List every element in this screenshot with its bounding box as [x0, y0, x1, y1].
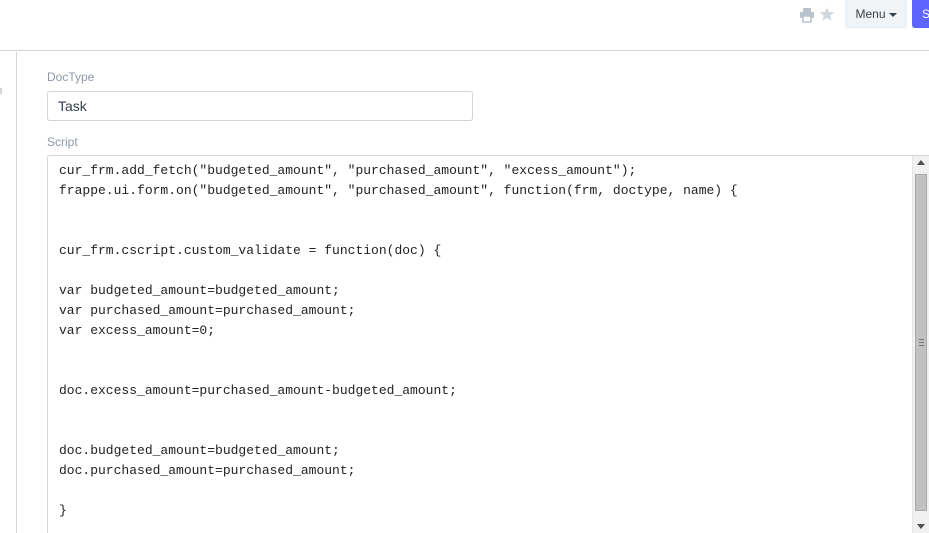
- star-icon[interactable]: [819, 6, 835, 22]
- menu-button-label: Menu: [855, 7, 886, 21]
- code-line: doc.purchased_amount=purchased_amount;: [59, 463, 356, 478]
- save-button[interactable]: S: [912, 0, 929, 28]
- scroll-down-icon[interactable]: [917, 524, 925, 529]
- menu-button[interactable]: Menu: [845, 0, 907, 28]
- page-header: Menu S: [0, 0, 929, 51]
- code-line: var purchased_amount=purchased_amount;: [59, 303, 356, 318]
- code-line: var budgeted_amount=budgeted_amount;: [59, 283, 340, 298]
- code-line: cur_frm.add_fetch("budgeted_amount", "pu…: [59, 163, 637, 178]
- grip-icon: [919, 339, 924, 346]
- script-editor[interactable]: cur_frm.add_fetch("budgeted_amount", "pu…: [47, 155, 929, 533]
- editor-scrollbar[interactable]: [912, 156, 929, 533]
- sidebar-toggle[interactable]: [0, 88, 2, 94]
- print-icon[interactable]: [799, 7, 815, 23]
- code-line: var excess_amount=0;: [59, 323, 216, 338]
- code-lines: cur_frm.add_fetch("budgeted_amount", "pu…: [59, 161, 738, 521]
- doctype-input[interactable]: [47, 91, 473, 121]
- scrollbar-thumb[interactable]: [915, 174, 927, 511]
- code-line: }: [59, 503, 67, 518]
- code-line: cur_frm.cscript.custom_validate = functi…: [59, 243, 442, 258]
- save-button-label: S: [922, 7, 929, 21]
- code-line: doc.excess_amount=purchased_amount-budge…: [59, 383, 457, 398]
- chevron-down-icon: [888, 12, 897, 17]
- sidebar-divider: [16, 52, 17, 533]
- scroll-up-icon[interactable]: [917, 160, 925, 165]
- script-label: Script: [47, 135, 78, 149]
- code-line: doc.budgeted_amount=budgeted_amount;: [59, 443, 340, 458]
- code-line: frappe.ui.form.on("budgeted_amount", "pu…: [59, 183, 738, 198]
- doctype-label: DocType: [47, 70, 95, 84]
